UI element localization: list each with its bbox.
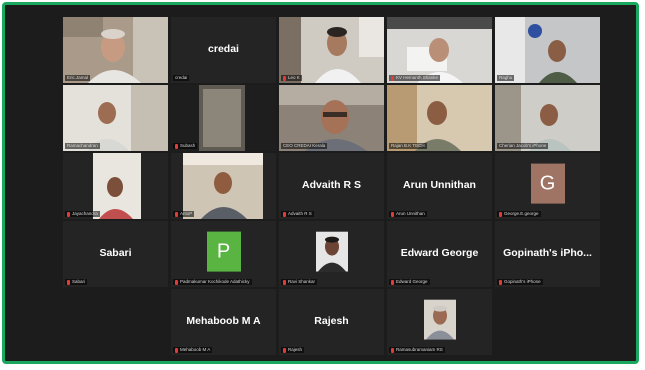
participant-label: George.E.george: [497, 211, 541, 217]
muted-mic-icon: [175, 211, 178, 217]
participant-tile-advaith[interactable]: Advaith R S Advaith R S: [279, 153, 384, 219]
participant-label: Edward George: [389, 279, 430, 285]
participant-label: Sabari: [65, 279, 88, 285]
participant-tile-edward-george[interactable]: Edward George Edward George: [387, 221, 492, 287]
participant-name: Advaith R S: [302, 178, 361, 191]
muted-mic-icon: [283, 211, 286, 217]
participant-label: Ramasubramaniam RS: [389, 347, 445, 353]
muted-mic-icon: [391, 75, 394, 81]
participant-tile-ravi-shankar[interactable]: Ravi Shankar: [279, 221, 384, 287]
participant-video: [495, 85, 600, 151]
participant-tile-sabari[interactable]: Sabari Sabari: [63, 221, 168, 287]
participant-label: KV Hemanth Shanke: [389, 75, 441, 81]
participant-tile-subash[interactable]: Subash: [171, 85, 276, 151]
muted-mic-icon: [67, 211, 70, 217]
participant-tile-antop[interactable]: AntoP: [171, 153, 276, 219]
muted-mic-icon: [283, 75, 286, 81]
participant-label: AntoP: [173, 211, 195, 217]
participant-name: Rajesh: [314, 314, 349, 327]
muted-mic-icon: [175, 347, 178, 353]
participant-label: Cherian Jacob's iPhone: [497, 143, 549, 149]
participant-tile-ramachandran[interactable]: Ramachandran: [63, 85, 168, 151]
muted-mic-icon: [283, 279, 286, 285]
avatar: [423, 299, 456, 340]
participant-name: credai: [208, 42, 239, 55]
muted-mic-icon: [499, 211, 502, 217]
avatar: [315, 231, 348, 272]
muted-mic-icon: [391, 279, 394, 285]
gallery-grid: Eric.Jamal credai credai Leo K KV Hemant…: [63, 17, 607, 357]
muted-mic-icon: [391, 211, 394, 217]
participant-video: [279, 85, 384, 151]
participant-label: Eric.Jamal: [65, 75, 91, 81]
participant-label: CEO CREDAI Kerala: [281, 143, 328, 149]
muted-mic-icon: [67, 279, 70, 285]
participant-label: Gopinath's iPhone: [497, 279, 543, 285]
participant-video: [63, 153, 168, 219]
participant-label: Rajesh: [281, 347, 305, 353]
participant-label: Subash: [173, 143, 198, 149]
participant-tile-padmakumar[interactable]: P Padmakumar Kochikode Adathicky: [171, 221, 276, 287]
participant-name: Gopinath's iPho...: [503, 246, 592, 259]
participant-video: [63, 17, 168, 83]
participant-video: [63, 85, 168, 151]
participant-name: Edward George: [400, 246, 479, 259]
participant-label: Arun Unnithan: [389, 211, 427, 217]
participant-tile-mehaboob[interactable]: Mehaboob M A Mehaboob M A: [171, 289, 276, 355]
participant-tile-ramasubramaniam[interactable]: Ramasubramaniam RS: [387, 289, 492, 355]
participant-tile-credai[interactable]: credai credai: [171, 17, 276, 83]
participant-tile-kv-hemanth[interactable]: KV Hemanth Shanke: [387, 17, 492, 83]
zoom-window-frame: Eric.Jamal credai credai Leo K KV Hemant…: [2, 2, 639, 364]
participant-name: Arun Unnithan: [403, 178, 476, 191]
participant-video: [171, 153, 276, 219]
participant-label: Rajan B.K TECH: [389, 143, 427, 149]
participant-tile-george[interactable]: G George.E.george: [495, 153, 600, 219]
avatar: P: [206, 231, 241, 272]
participant-label: Mehaboob M A: [173, 347, 213, 353]
participant-label: Padmakumar Kochikode Adathicky: [173, 279, 252, 285]
participant-label: Advaith R S: [281, 211, 314, 217]
participant-label: Ravi Shankar: [281, 279, 318, 285]
participant-label: Raghu: [497, 75, 515, 81]
participant-tile-arun-unnithan[interactable]: Arun Unnithan Arun Unnithan: [387, 153, 492, 219]
participant-label: credai: [173, 75, 190, 81]
participant-video: [387, 85, 492, 151]
participant-tile-rajan[interactable]: Rajan B.K TECH: [387, 85, 492, 151]
participant-video: [171, 85, 276, 151]
muted-mic-icon: [175, 279, 178, 285]
participant-label: Jayachandra: [65, 211, 100, 217]
participant-label: Ramachandran: [65, 143, 100, 149]
muted-mic-icon: [499, 279, 502, 285]
muted-mic-icon: [175, 143, 178, 149]
avatar: G: [530, 163, 565, 204]
participant-label: Leo K: [281, 75, 302, 81]
participant-tile-leo-k[interactable]: Leo K: [279, 17, 384, 83]
participant-tile-eric-jamal[interactable]: Eric.Jamal: [63, 17, 168, 83]
muted-mic-icon: [283, 347, 286, 353]
muted-mic-icon: [391, 347, 394, 353]
participant-tile-raghu[interactable]: Raghu: [495, 17, 600, 83]
participant-tile-gopinath[interactable]: Gopinath's iPho... Gopinath's iPhone: [495, 221, 600, 287]
participant-video: [495, 17, 600, 83]
participant-video: [279, 17, 384, 83]
participant-video: [387, 17, 492, 83]
participant-tile-rajesh[interactable]: Rajesh Rajesh: [279, 289, 384, 355]
participant-name: Mehaboob M A: [186, 314, 261, 327]
participant-tile-cherian-jacob[interactable]: Cherian Jacob's iPhone: [495, 85, 600, 151]
participant-tile-ceo-credai-kerala[interactable]: CEO CREDAI Kerala: [279, 85, 384, 151]
participant-tile-jayachandra[interactable]: Jayachandra: [63, 153, 168, 219]
participant-name: Sabari: [99, 246, 132, 259]
